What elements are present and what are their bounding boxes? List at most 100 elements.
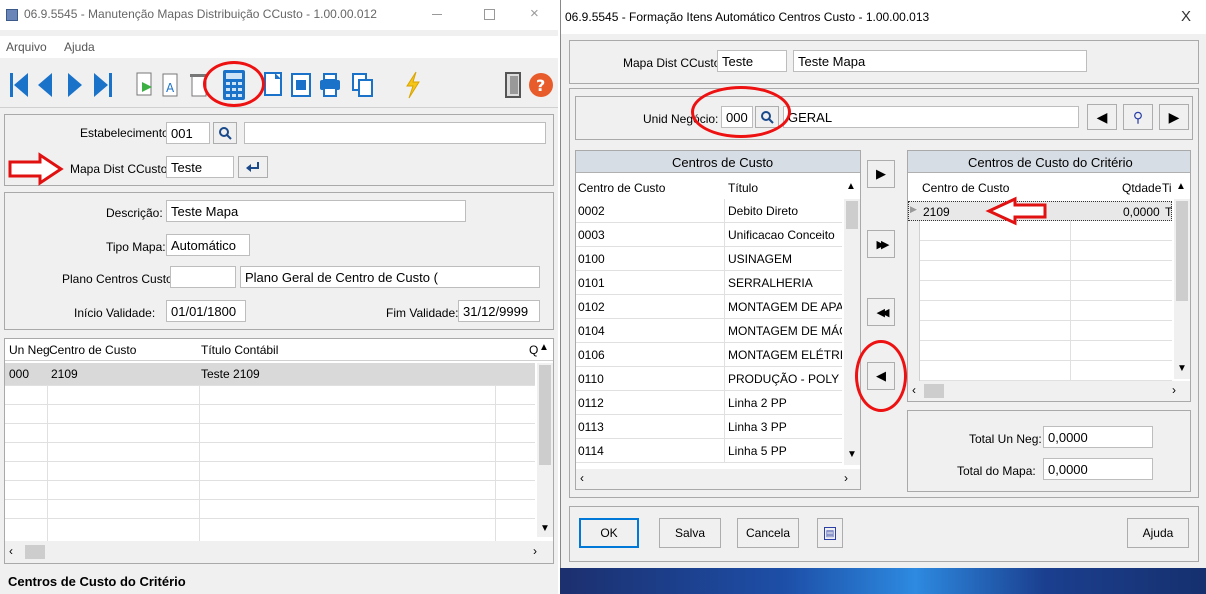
exit-door-icon[interactable]	[502, 70, 524, 100]
scroll-left-icon[interactable]: ‹	[912, 383, 916, 397]
edit-record-icon[interactable]: A	[160, 70, 182, 100]
scroll-up-icon[interactable]: ▲	[846, 181, 856, 192]
grid-row-line	[5, 461, 535, 462]
cell-separator	[1070, 361, 1071, 381]
last-record-icon[interactable]	[92, 70, 114, 100]
vertical-scrollbar[interactable]: ▼	[1174, 199, 1190, 379]
scroll-left-icon[interactable]: ‹	[580, 471, 584, 485]
col-titulo[interactable]: Título	[728, 181, 758, 195]
cell-centro-custo: 0106	[578, 348, 605, 362]
calc-button[interactable]: ▤	[817, 518, 843, 548]
status-text: Centros de Custo do Critério	[8, 574, 186, 589]
list-item[interactable]: 0114 Linha 5 PP	[576, 439, 842, 463]
col-un-neg[interactable]: Un Neg	[9, 343, 50, 357]
minimize-icon[interactable]	[432, 14, 442, 15]
list-item[interactable]: 0002 Debito Direto	[576, 199, 842, 223]
search-estabelecimento-button[interactable]	[213, 122, 237, 144]
document-icon[interactable]	[262, 70, 284, 100]
left-window-title: 06.9.5545 - Manutenção Mapas Distribuiçã…	[24, 7, 377, 21]
fim-input[interactable]	[458, 300, 540, 322]
menu-arquivo[interactable]: Arquivo	[6, 40, 47, 54]
descricao-input[interactable]	[166, 200, 466, 222]
col-centro-custo[interactable]: Centro de Custo	[49, 343, 136, 357]
ajuda-button[interactable]: Ajuda	[1127, 518, 1189, 548]
list-item[interactable]: 0113 Linha 3 PP	[576, 415, 842, 439]
horizontal-scrollbar[interactable]: ‹ ›	[5, 541, 553, 563]
preview-icon[interactable]	[290, 70, 312, 100]
add-one-button[interactable]: ▶	[867, 160, 895, 188]
vertical-scrollbar[interactable]: ▼	[537, 363, 553, 537]
cell-centro-custo: 0110	[578, 372, 604, 386]
scroll-right-icon[interactable]: ›	[1172, 383, 1176, 397]
cell-centro-custo: 0102	[578, 300, 605, 314]
col-qtdade[interactable]: Qtdade	[1122, 181, 1161, 195]
estabelecimento-input[interactable]	[166, 122, 210, 144]
criterio-grid[interactable]: Centros de Custo do Critério Centro de C…	[907, 150, 1191, 402]
menu-ajuda[interactable]: Ajuda	[64, 40, 95, 54]
row-indicator	[908, 341, 920, 361]
vertical-scrollbar[interactable]: ▼	[844, 199, 860, 465]
double-right-icon: ▶▶	[876, 238, 890, 251]
list-item[interactable]: 0106 MONTAGEM ELÉTRI	[576, 343, 842, 367]
prev-unid-button[interactable]: ◀	[1087, 104, 1117, 130]
horizontal-scrollbar[interactable]: ‹ ›	[908, 381, 1190, 401]
col-q[interactable]: Q	[529, 343, 538, 357]
col-centro-custo[interactable]: Centro de Custo	[578, 181, 665, 195]
h-scroll-thumb[interactable]	[924, 384, 944, 398]
grid-col-line	[47, 385, 48, 541]
tipo-input[interactable]	[166, 234, 250, 256]
enter-mapa-button[interactable]	[238, 156, 268, 178]
scroll-left-icon[interactable]: ‹	[9, 544, 13, 558]
list-item[interactable]: 0101 SERRALHERIA	[576, 271, 842, 295]
close-icon[interactable]: ×	[530, 5, 539, 22]
scroll-right-icon[interactable]: ›	[533, 544, 537, 558]
add-all-button[interactable]: ▶▶	[867, 230, 895, 258]
scroll-down-icon[interactable]: ▼	[847, 449, 857, 460]
first-record-icon[interactable]	[8, 70, 30, 100]
centros-custo-grid[interactable]: Centros de Custo Centro de Custo Título …	[575, 150, 861, 490]
left-items-grid[interactable]: Un Neg Centro de Custo Título Contábil Q…	[4, 338, 554, 564]
copy-icon[interactable]	[350, 70, 374, 100]
total-mapa-label: Total do Mapa:	[957, 464, 1036, 478]
col-ti[interactable]: Ti	[1162, 181, 1172, 195]
table-row[interactable]: 000 2109 Teste 2109	[5, 363, 535, 385]
cancela-button[interactable]: Cancela	[737, 518, 799, 548]
right-mapa-input[interactable]	[717, 50, 787, 72]
col-titulo-contabil[interactable]: Título Contábil	[201, 343, 278, 357]
h-scroll-thumb[interactable]	[25, 545, 45, 559]
maximize-icon[interactable]	[484, 9, 495, 20]
scroll-thumb[interactable]	[1176, 201, 1188, 301]
inicio-input[interactable]	[166, 300, 246, 322]
plano-input[interactable]	[170, 266, 236, 288]
scroll-up-icon[interactable]: ▲	[1176, 181, 1186, 192]
col-centro-custo[interactable]: Centro de Custo	[922, 181, 1009, 195]
remove-all-button[interactable]: ◀◀	[867, 298, 895, 326]
list-item[interactable]: 0112 Linha 2 PP	[576, 391, 842, 415]
scroll-up-icon[interactable]: ▲	[539, 342, 549, 353]
scroll-thumb[interactable]	[846, 201, 858, 229]
horizontal-scrollbar[interactable]: ‹ ›	[576, 469, 860, 489]
ok-button[interactable]: OK	[579, 518, 639, 548]
print-icon[interactable]	[318, 70, 342, 100]
list-item[interactable]: 0102 MONTAGEM DE APA	[576, 295, 842, 319]
mapa-input[interactable]	[166, 156, 234, 178]
lightning-icon[interactable]	[404, 70, 422, 100]
cell-separator	[1070, 301, 1071, 321]
prev-record-icon[interactable]	[36, 70, 54, 100]
scroll-thumb[interactable]	[539, 365, 551, 465]
salva-button[interactable]: Salva	[659, 518, 721, 548]
help-icon[interactable]: ?	[528, 71, 554, 99]
scroll-right-icon[interactable]: ›	[844, 471, 848, 485]
list-item[interactable]: 0100 USINAGEM	[576, 247, 842, 271]
new-record-icon[interactable]	[134, 70, 156, 100]
scroll-down-icon[interactable]: ▼	[1177, 363, 1187, 374]
attach-button[interactable]: ⚲	[1123, 104, 1153, 130]
list-item[interactable]: 0003 Unificacao Conceito	[576, 223, 842, 247]
next-record-icon[interactable]	[66, 70, 84, 100]
row-indicator	[908, 321, 920, 341]
list-item[interactable]: 0110 PRODUÇÃO - POLY	[576, 367, 842, 391]
next-unid-button[interactable]: ▶	[1159, 104, 1189, 130]
right-close-icon[interactable]: X	[1181, 8, 1191, 25]
list-item[interactable]: 0104 MONTAGEM DE MÁQ	[576, 319, 842, 343]
scroll-down-icon[interactable]: ▼	[540, 523, 550, 534]
